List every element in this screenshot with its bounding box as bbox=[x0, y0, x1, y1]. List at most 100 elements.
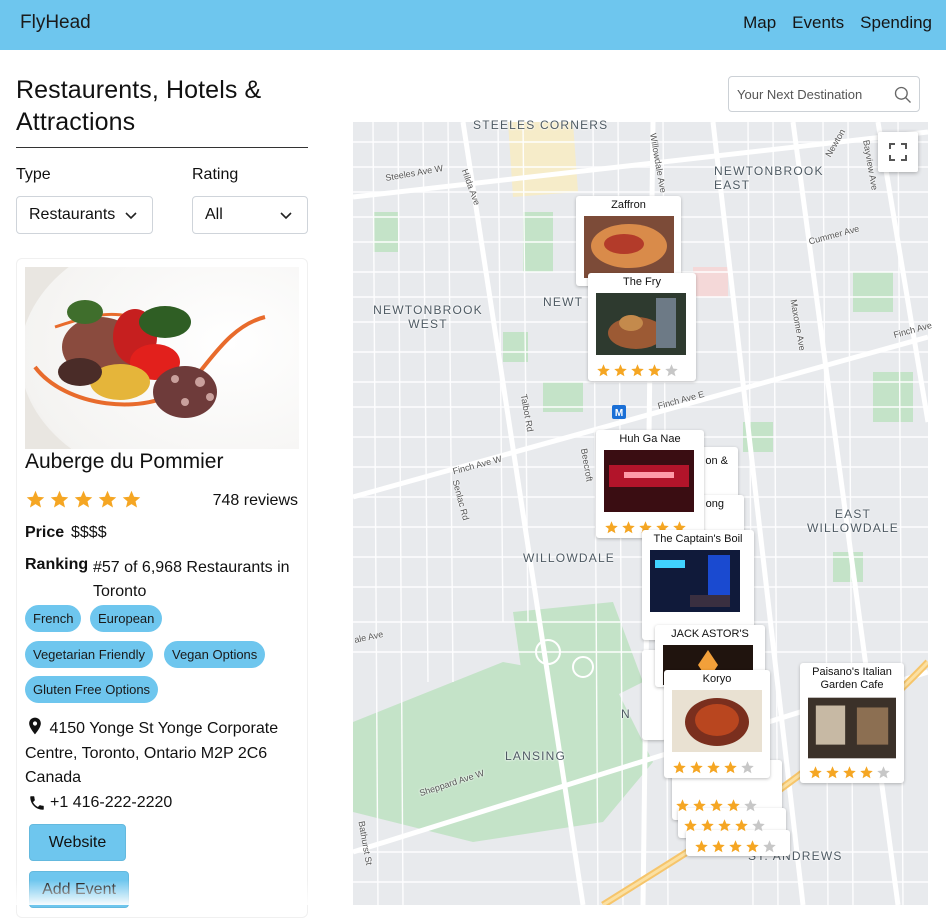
star-empty-icon bbox=[877, 766, 890, 779]
map-area-label: NEWTONBROOK EAST bbox=[714, 164, 824, 192]
type-select-value: Restaurants bbox=[29, 206, 116, 223]
type-select[interactable]: Restaurants bbox=[16, 196, 153, 234]
top-navbar: FlyHead Map Events Spending bbox=[0, 0, 946, 50]
star-icon bbox=[631, 364, 644, 377]
star-icon bbox=[710, 799, 723, 812]
phone-text[interactable]: +1 416-222-2220 bbox=[50, 794, 172, 812]
map-marker-koryo[interactable]: Koryo bbox=[664, 670, 770, 778]
nav-links: Map Events Spending bbox=[743, 13, 932, 33]
marker-photo bbox=[808, 697, 896, 759]
rating-select-value: All bbox=[205, 206, 223, 223]
rating-label: Rating bbox=[192, 166, 239, 183]
marker-rating-stars bbox=[596, 363, 679, 378]
ranking-value: #57 of 6,968 Restaurants in Toronto bbox=[93, 559, 290, 600]
fullscreen-icon bbox=[889, 143, 907, 161]
star-empty-icon bbox=[665, 364, 678, 377]
star-icon bbox=[843, 766, 856, 779]
star-icon bbox=[673, 761, 686, 774]
place-photo bbox=[25, 267, 299, 449]
chevron-down-icon bbox=[280, 212, 292, 220]
map-area-label: WILLOWDALE bbox=[523, 551, 616, 565]
star-icon bbox=[809, 766, 822, 779]
star-icon bbox=[729, 840, 742, 853]
nav-spending[interactable]: Spending bbox=[860, 13, 932, 33]
map-area-label: NEWTONBROOK WEST bbox=[373, 303, 483, 331]
marker-name: Paisano's Italian Garden Cafe bbox=[812, 666, 892, 691]
star-empty-icon bbox=[744, 799, 757, 812]
cuisine-tag: Vegan Options bbox=[164, 641, 266, 668]
star-empty-icon bbox=[741, 761, 754, 774]
star-icon bbox=[605, 521, 618, 534]
marker-photo bbox=[604, 450, 694, 512]
ranking-label: Ranking bbox=[25, 556, 89, 573]
star-icon bbox=[860, 766, 873, 779]
place-name: Auberge du Pommier bbox=[25, 450, 224, 473]
marker-name: The Fry bbox=[623, 276, 661, 288]
star-icon bbox=[701, 819, 714, 832]
food-photo-image bbox=[25, 267, 299, 449]
star-icon bbox=[718, 819, 731, 832]
star-icon bbox=[690, 761, 703, 774]
place-address: 4150 Yonge St Yonge Corporate Centre, To… bbox=[25, 716, 305, 791]
star-icon bbox=[614, 364, 627, 377]
star-icon bbox=[98, 490, 117, 508]
map-marker-paisanos[interactable]: Paisano's Italian Garden Cafe bbox=[800, 663, 904, 783]
marker-name: Zaffron bbox=[611, 199, 646, 211]
cuisine-tag: Gluten Free Options bbox=[25, 676, 159, 703]
star-icon bbox=[727, 799, 740, 812]
map-area-label: LANSING bbox=[505, 749, 567, 763]
star-empty-icon bbox=[752, 819, 765, 832]
map-marker-the-captains-boil[interactable]: The Captain's Boil bbox=[642, 530, 754, 640]
star-icon bbox=[648, 364, 661, 377]
star-icon bbox=[676, 799, 689, 812]
star-icon bbox=[707, 761, 720, 774]
star-icon bbox=[724, 761, 737, 774]
marker-rating-stars bbox=[808, 765, 891, 780]
marker-rating-stars bbox=[694, 839, 777, 854]
nav-map[interactable]: Map bbox=[743, 13, 776, 33]
place-phone: +1 416-222-2220 bbox=[28, 794, 172, 812]
star-icon bbox=[695, 840, 708, 853]
location-pin-icon bbox=[29, 717, 41, 735]
cuisine-tag: European bbox=[90, 605, 163, 632]
phone-icon bbox=[30, 796, 44, 810]
map-marker-huh-ga-nae[interactable]: Huh Ga Nae bbox=[596, 430, 704, 538]
star-icon bbox=[746, 840, 759, 853]
map-fullscreen-button[interactable] bbox=[878, 132, 918, 172]
star-icon bbox=[684, 819, 697, 832]
page-title: Restaurents, Hotels & Attractions bbox=[16, 76, 262, 136]
marker-name: Huh Ga Nae bbox=[619, 433, 681, 445]
marker-name: The Captain's Boil bbox=[653, 533, 743, 545]
star-icon bbox=[826, 766, 839, 779]
search-icon[interactable] bbox=[893, 85, 913, 105]
website-button[interactable]: Website bbox=[29, 824, 126, 861]
star-icon bbox=[622, 521, 635, 534]
map-area-label: STEELES CORNERS bbox=[473, 118, 609, 132]
star-icon bbox=[74, 490, 93, 508]
marker-photo bbox=[596, 293, 686, 355]
search-input[interactable] bbox=[735, 86, 889, 103]
brand-logo[interactable]: FlyHead bbox=[20, 12, 91, 34]
marker-photo bbox=[672, 690, 762, 752]
star-icon bbox=[597, 364, 610, 377]
place-rating-stars bbox=[25, 489, 142, 510]
star-icon bbox=[50, 490, 69, 508]
star-empty-icon bbox=[763, 840, 776, 853]
star-icon bbox=[712, 840, 725, 853]
marker-name: JACK ASTOR'S bbox=[671, 628, 749, 640]
star-icon bbox=[26, 490, 45, 508]
subway-badge-text: M bbox=[615, 408, 623, 419]
destination-search[interactable] bbox=[728, 76, 920, 112]
review-count: 748 reviews bbox=[212, 492, 298, 509]
scroll-fade bbox=[0, 880, 352, 905]
marker-rating-stars bbox=[672, 760, 755, 775]
map-area-label: NEWT bbox=[543, 295, 584, 309]
map-marker-the-fry[interactable]: The Fry bbox=[588, 273, 696, 381]
star-icon bbox=[735, 819, 748, 832]
nav-events[interactable]: Events bbox=[792, 13, 844, 33]
marker-photo bbox=[584, 216, 674, 278]
rating-select[interactable]: All bbox=[192, 196, 308, 234]
map-area-label: N bbox=[621, 707, 631, 721]
price-label: Price bbox=[25, 524, 65, 541]
marker-name: Koryo bbox=[702, 673, 732, 685]
